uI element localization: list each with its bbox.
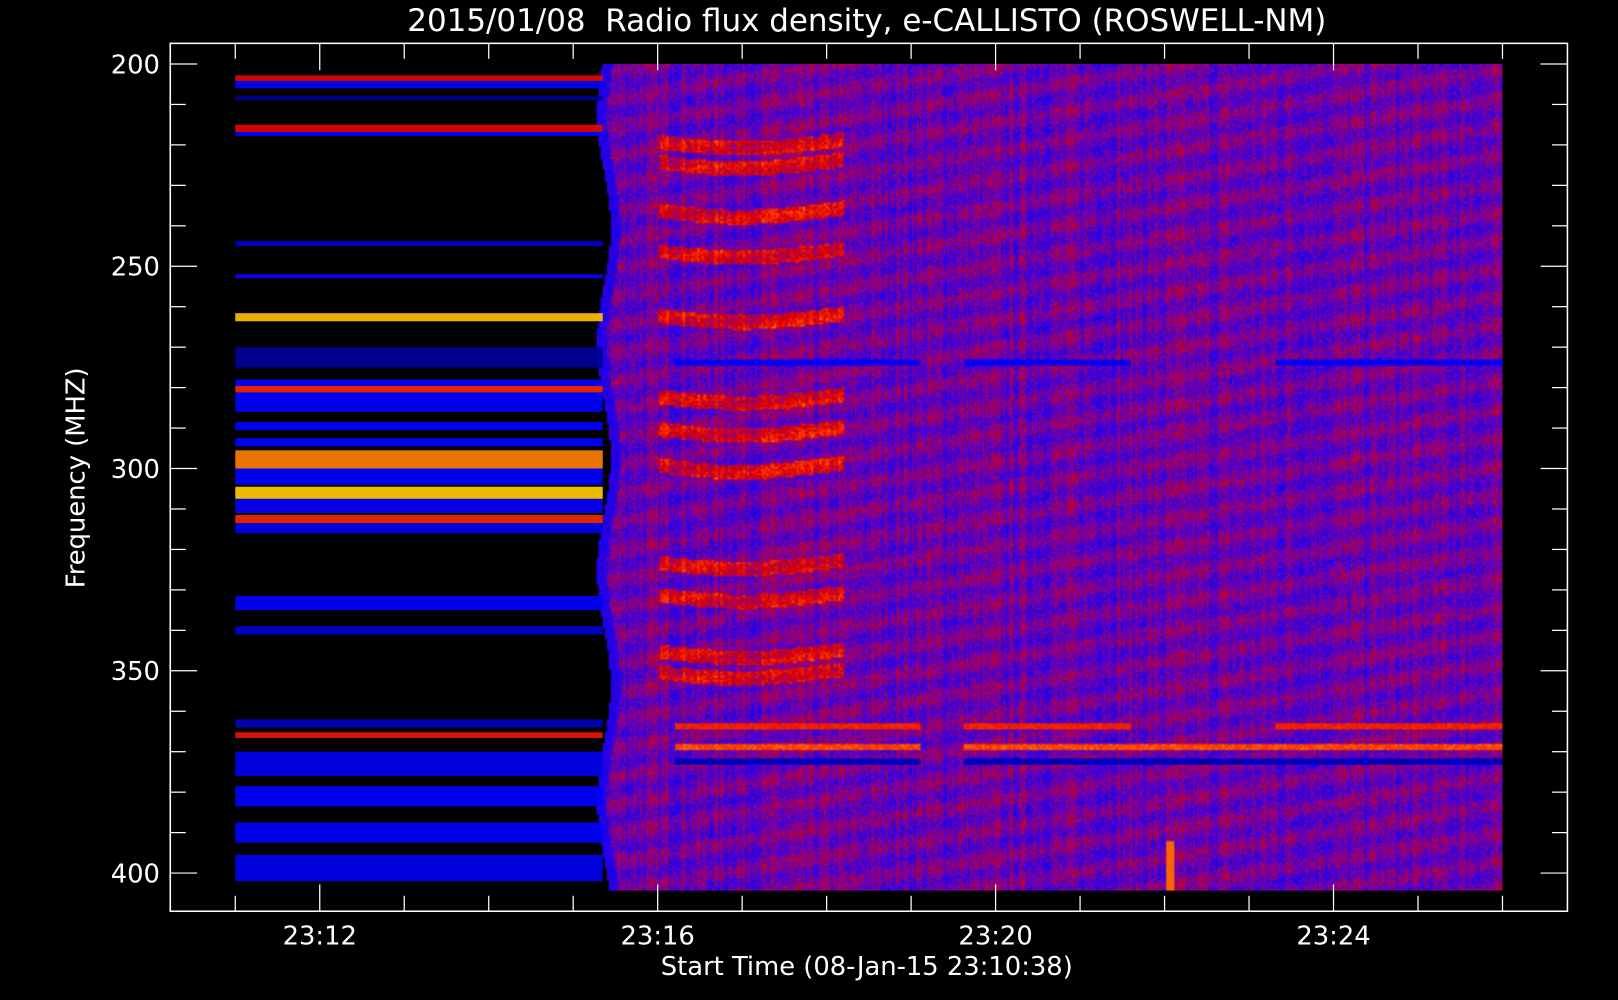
spectral-band [235, 241, 603, 247]
spectral-band [235, 75, 603, 81]
x-tick-label: 23:12 [283, 921, 357, 951]
spectral-band [235, 313, 603, 322]
x-tick-label: 23:20 [958, 921, 1032, 951]
spectral-band [235, 486, 603, 499]
spectral-band [235, 80, 603, 89]
y-tick-label: 250 [111, 253, 160, 283]
spectral-band [235, 379, 603, 386]
spectral-band [235, 595, 603, 611]
spectral-band [235, 347, 603, 368]
spectral-band [235, 422, 603, 431]
spectral-band [235, 498, 603, 514]
y-tick-labels: 200 250 300 350 400 [111, 50, 160, 889]
spectral-band [235, 515, 603, 524]
y-axis-label: Frequency (MHZ) [62, 367, 92, 588]
spectral-band [235, 523, 603, 534]
spectral-band [235, 786, 603, 807]
spectral-band [235, 626, 603, 635]
spectral-band [235, 274, 603, 279]
y-tick-label: 200 [111, 50, 160, 80]
x-tick-label: 23:24 [1296, 921, 1370, 951]
y-tick-label: 400 [111, 859, 160, 889]
x-tick-labels: 23:12 23:16 23:20 23:24 [283, 921, 1371, 951]
x-tick-label: 23:16 [621, 921, 695, 951]
spectral-band [235, 96, 603, 101]
spectral-band [235, 751, 603, 776]
chart-title: 2015/01/08 Radio flux density, e-CALLIST… [407, 3, 1326, 39]
spectral-band [235, 854, 603, 882]
spectral-band [235, 468, 603, 485]
y-tick-label: 350 [111, 657, 160, 687]
spectral-band [235, 385, 603, 393]
spectral-band [235, 131, 603, 136]
spectral-band [235, 719, 603, 728]
spectrogram-chart: 2015/01/08 Radio flux density, e-CALLIST… [62, 3, 1569, 982]
spectral-band [235, 392, 603, 412]
spectral-band [235, 450, 603, 469]
spectral-band [235, 124, 603, 132]
spectral-band [235, 732, 603, 738]
x-axis-label: Start Time (08-Jan-15 23:10:38) [661, 952, 1073, 982]
spectral-band [235, 822, 603, 843]
spectral-band [235, 438, 603, 447]
y-tick-label: 300 [111, 455, 160, 485]
